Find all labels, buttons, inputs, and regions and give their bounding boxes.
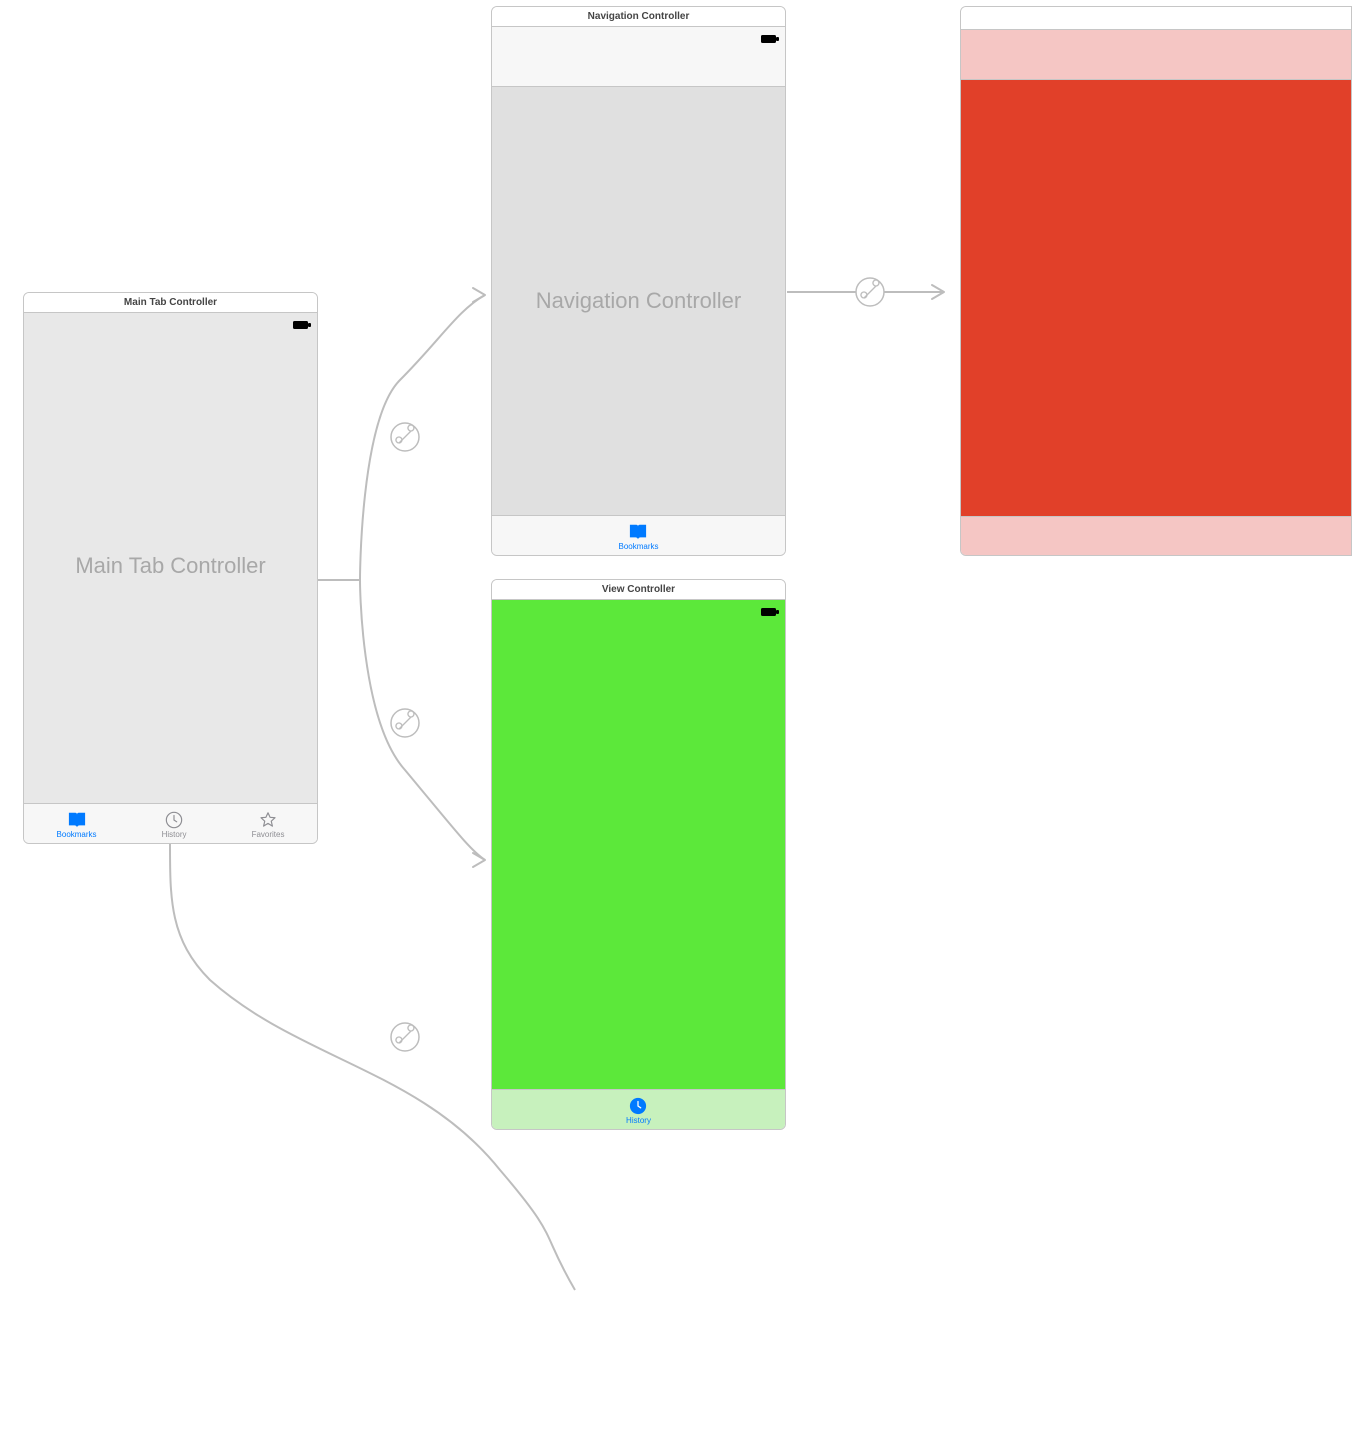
- scene-content: [961, 80, 1351, 516]
- scene-view-controller-red[interactable]: [960, 6, 1352, 556]
- scene-navigation-controller[interactable]: Navigation Controller Navigation Control…: [491, 6, 786, 556]
- tab-item-history[interactable]: History: [626, 1095, 651, 1125]
- bookmark-icon: [66, 811, 88, 829]
- scene-title: Navigation Controller: [492, 7, 785, 27]
- battery-icon: [293, 316, 311, 324]
- clock-icon: [163, 811, 185, 829]
- navigation-bar[interactable]: [492, 42, 785, 87]
- segue-icon: [391, 709, 419, 737]
- scene-content: Navigation Controller: [492, 87, 785, 515]
- scene-main-tab-controller[interactable]: Main Tab Controller Main Tab Controller …: [23, 292, 318, 844]
- battery-icon: [761, 603, 779, 611]
- tab-label: Favorites: [252, 830, 285, 839]
- status-bar: [492, 27, 785, 42]
- clock-icon: [627, 1097, 649, 1115]
- tab-bar: [961, 516, 1351, 556]
- scene-title: [961, 7, 1351, 30]
- scene-content: Main Tab Controller: [24, 328, 317, 803]
- status-bar: [24, 313, 317, 328]
- scene-title: Main Tab Controller: [24, 293, 317, 313]
- tab-item-bookmarks[interactable]: Bookmarks: [618, 521, 658, 551]
- battery-icon: [761, 30, 779, 38]
- status-bar: [492, 600, 785, 615]
- scene-content: [492, 615, 785, 1089]
- navigation-bar[interactable]: [961, 30, 1351, 80]
- placeholder-text: Main Tab Controller: [75, 553, 265, 579]
- segue-icon: [856, 278, 884, 306]
- tab-item-favorites[interactable]: Favorites: [252, 809, 285, 839]
- star-icon: [257, 811, 279, 829]
- segue-icon: [391, 423, 419, 451]
- placeholder-text: Navigation Controller: [536, 288, 741, 314]
- tab-label: Bookmarks: [57, 830, 97, 839]
- tab-bar: History: [492, 1089, 785, 1129]
- tab-bar: Bookmarks: [492, 515, 785, 555]
- bookmark-icon: [627, 523, 649, 541]
- scene-title: View Controller: [492, 580, 785, 600]
- scene-view-controller-green[interactable]: View Controller History: [491, 579, 786, 1130]
- tab-label: Bookmarks: [618, 542, 658, 551]
- tab-label: History: [162, 830, 187, 839]
- tab-label: History: [626, 1116, 651, 1125]
- tab-item-bookmarks[interactable]: Bookmarks: [57, 809, 97, 839]
- tab-bar: Bookmarks History Favorites: [24, 803, 317, 843]
- tab-item-history[interactable]: History: [162, 809, 187, 839]
- segue-icon: [391, 1023, 419, 1051]
